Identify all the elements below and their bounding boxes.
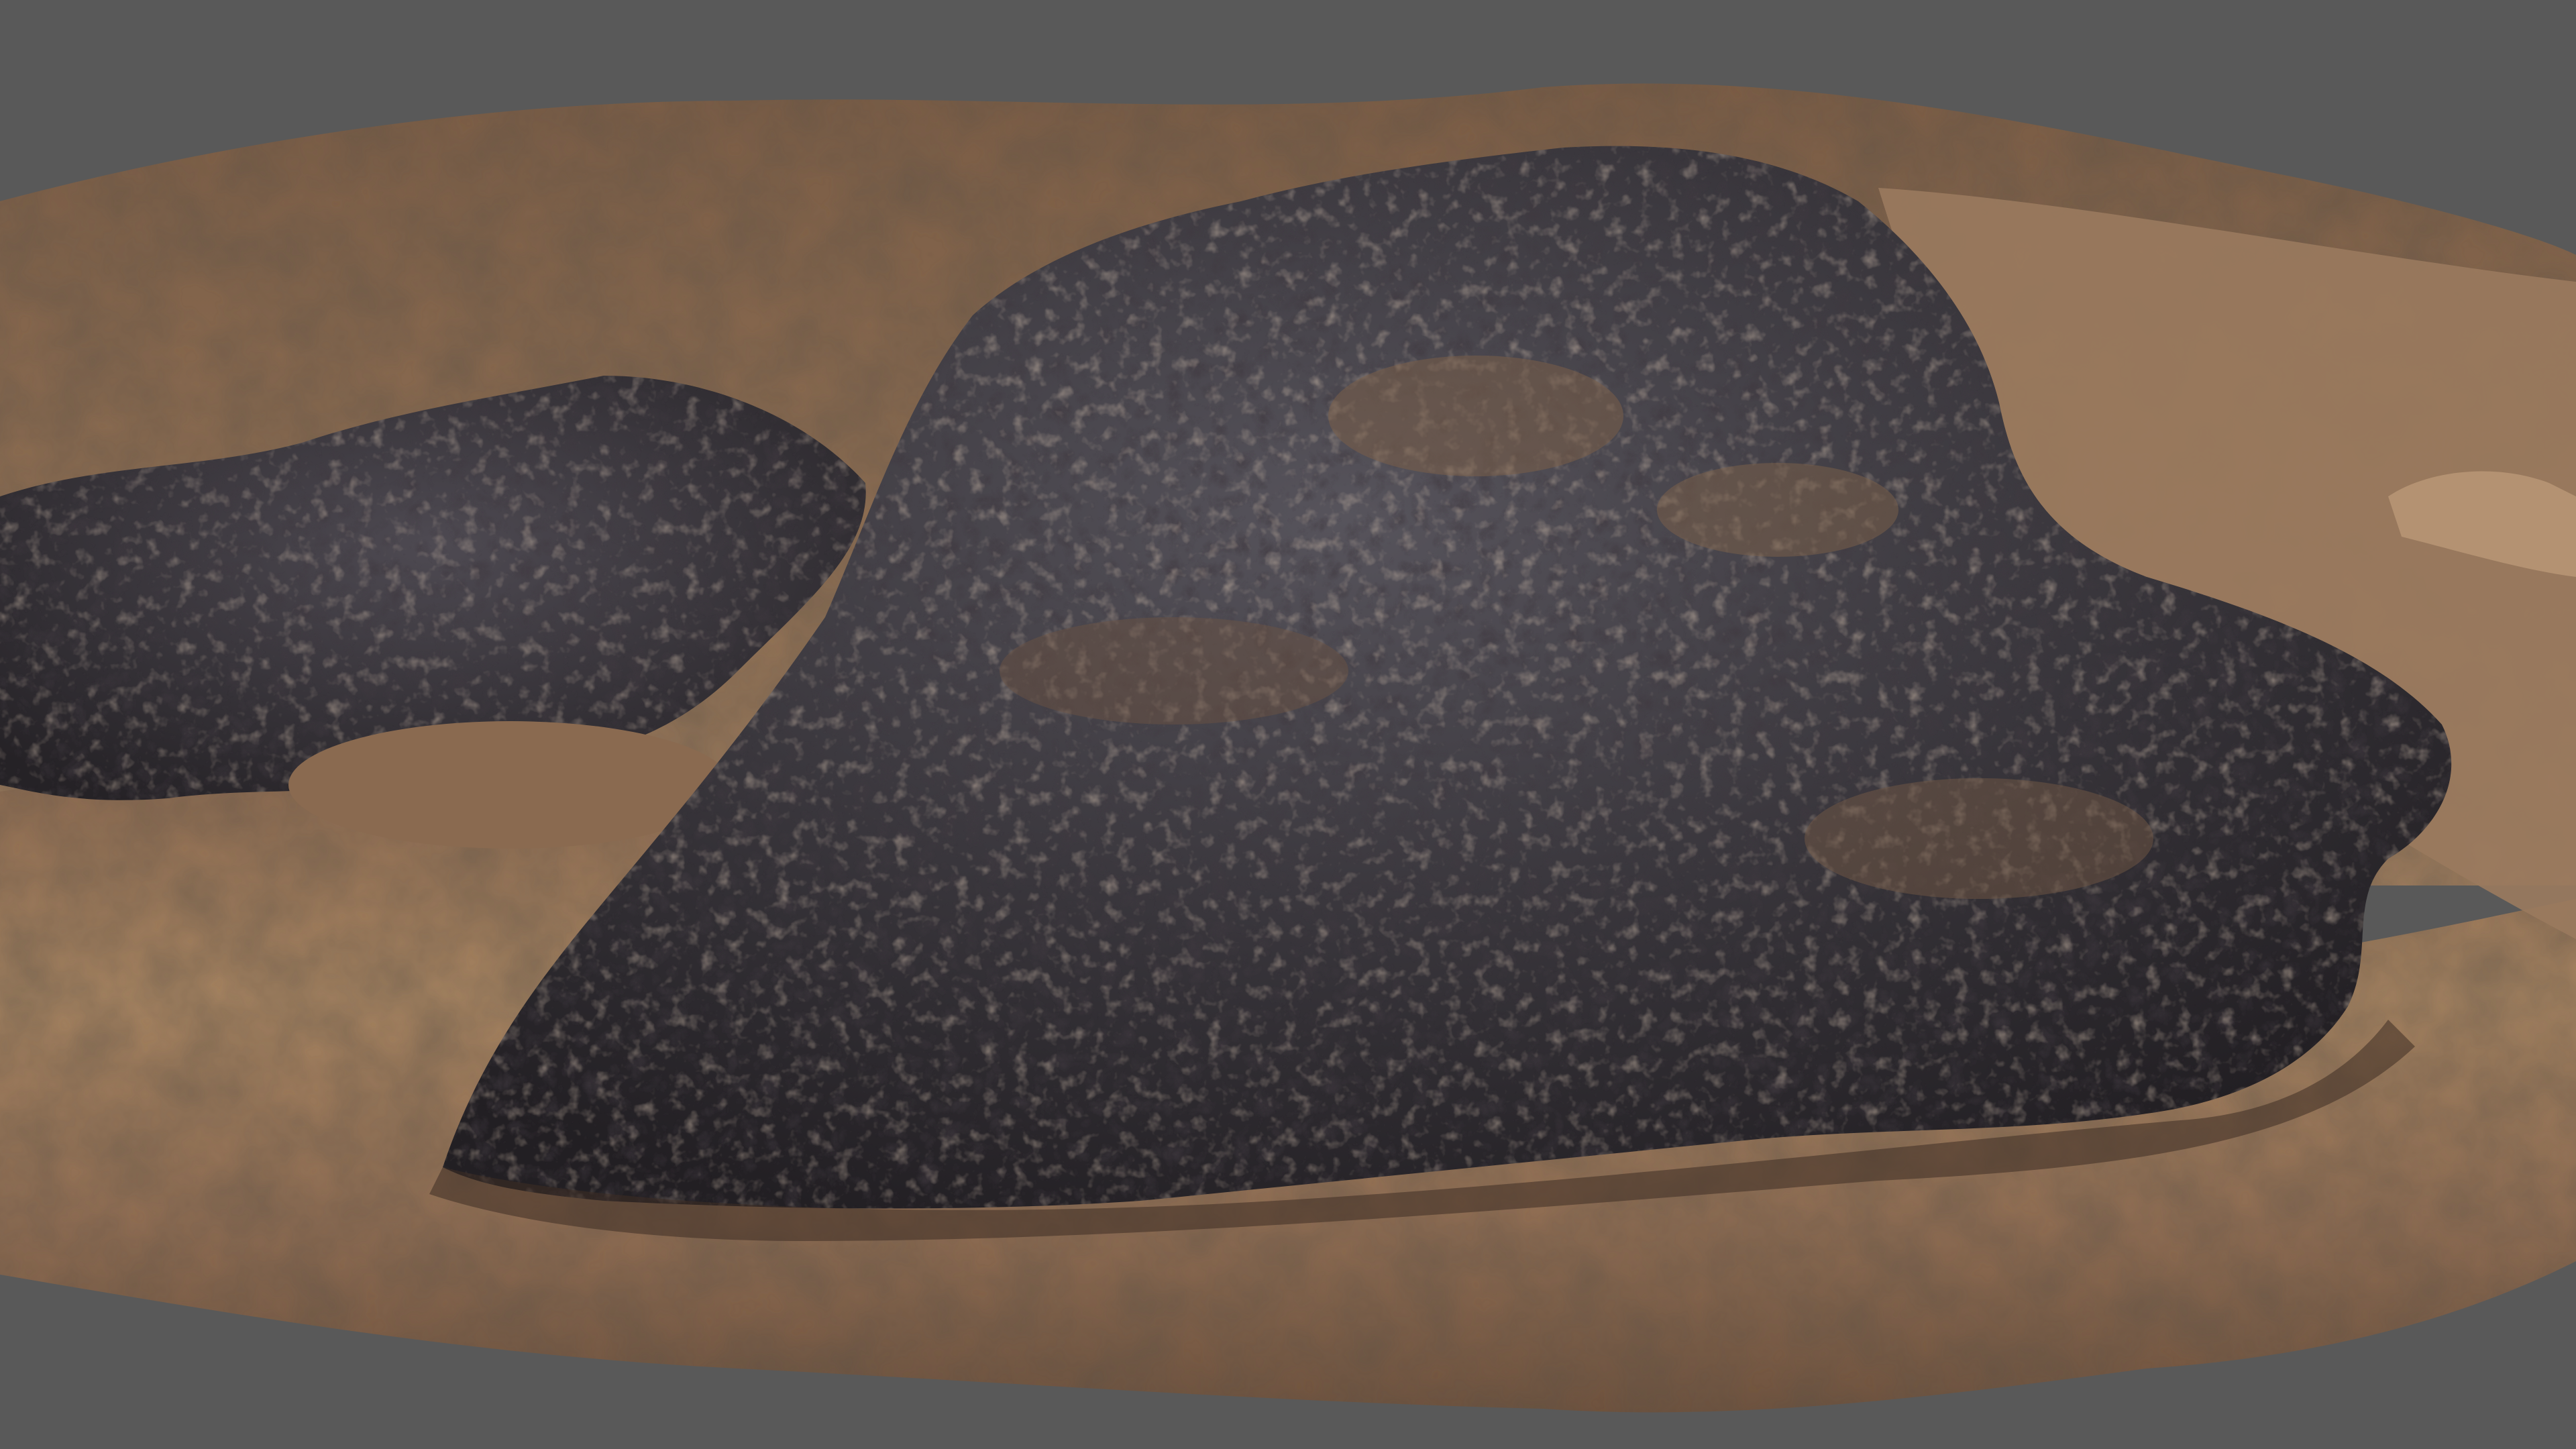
sand-patch: [1657, 463, 1898, 557]
3d-viewport[interactable]: [0, 0, 2576, 1449]
sand-patch: [1328, 356, 1623, 476]
terrain-scan-render: [0, 83, 2576, 1413]
sand-patch: [1000, 617, 1348, 724]
sand-patch: [1805, 778, 2153, 899]
